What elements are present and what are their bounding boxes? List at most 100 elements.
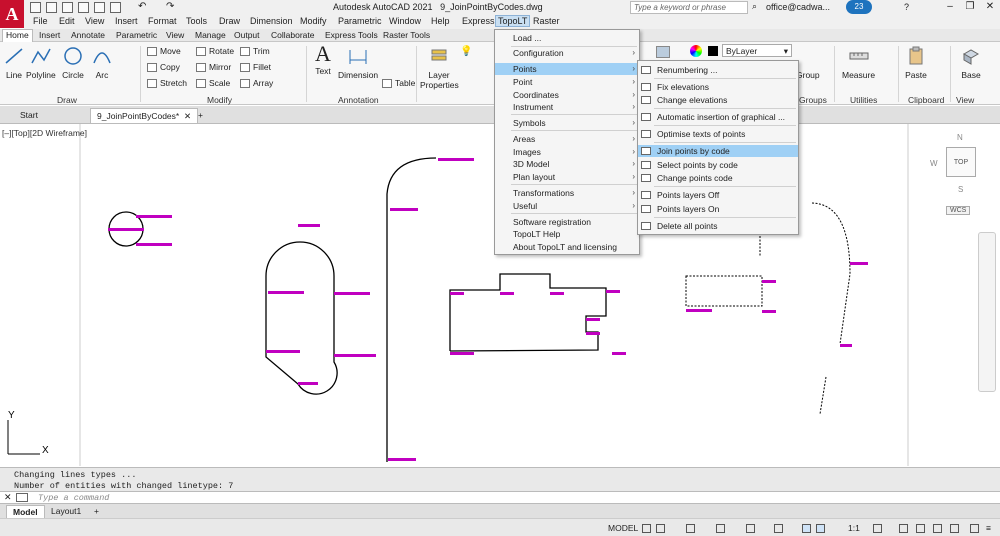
- menu-item-points-layers-on[interactable]: Points layers On: [638, 203, 798, 215]
- gear-icon[interactable]: [873, 524, 882, 533]
- tab-collaborate[interactable]: Collaborate: [268, 30, 317, 40]
- menu-insert[interactable]: Insert: [113, 16, 140, 26]
- minimize-icon[interactable]: –: [940, 1, 960, 13]
- add-layout-button[interactable]: +: [88, 505, 105, 517]
- menu-item-renumbering[interactable]: Renumbering ...: [638, 64, 798, 76]
- close-tab-icon[interactable]: ✕: [184, 111, 191, 121]
- drawing-dashed-line[interactable]: [819, 376, 827, 415]
- auto-scale-icon[interactable]: [816, 524, 825, 533]
- tab-layout1[interactable]: Layout1: [45, 505, 87, 517]
- tab-home[interactable]: Home: [2, 29, 33, 43]
- open-file-icon[interactable]: [46, 2, 57, 13]
- plot-icon[interactable]: [94, 2, 105, 13]
- text-button[interactable]: A Text: [312, 43, 334, 77]
- plus-icon[interactable]: [899, 524, 908, 533]
- rotate-button[interactable]: Rotate: [196, 46, 234, 57]
- menu-edit[interactable]: Edit: [57, 16, 77, 26]
- color-wheel-icon[interactable]: [690, 45, 702, 57]
- drawing-stadium-shape[interactable]: [265, 241, 338, 395]
- help-icon[interactable]: ?: [904, 2, 909, 12]
- draw-group-title[interactable]: Draw: [57, 95, 77, 105]
- snap-icon[interactable]: [656, 524, 665, 533]
- customize-menu-icon[interactable]: ≡: [986, 523, 991, 533]
- tab-start[interactable]: Start: [14, 108, 44, 123]
- tab-raster-tools[interactable]: Raster Tools: [380, 30, 433, 40]
- autocad-logo-icon[interactable]: A: [0, 0, 24, 28]
- menu-item-change-elevations[interactable]: Change elevations: [638, 94, 798, 106]
- tab-parametric[interactable]: Parametric: [113, 30, 160, 40]
- menu-item-load[interactable]: Load ...: [495, 32, 639, 44]
- menu-format[interactable]: Format: [146, 16, 179, 26]
- tab-view[interactable]: View: [163, 30, 187, 40]
- ortho-icon[interactable]: [686, 524, 695, 533]
- menu-item-useful[interactable]: Useful ›: [495, 200, 639, 212]
- layer-properties-button[interactable]: Layer Properties: [420, 46, 459, 90]
- tab-insert[interactable]: Insert: [36, 30, 63, 40]
- scale-button[interactable]: Scale: [196, 78, 230, 89]
- menu-parametric[interactable]: Parametric: [336, 16, 384, 26]
- command-prompt-icon[interactable]: [16, 493, 28, 502]
- modify-group-title[interactable]: Modify: [207, 95, 232, 105]
- menu-item-fix-elevations[interactable]: Fix elevations: [638, 81, 798, 93]
- menu-help[interactable]: Help: [429, 16, 452, 26]
- bylayer-dropdown[interactable]: ByLayer ▾: [722, 44, 792, 57]
- menu-item-points[interactable]: Points ›: [495, 63, 639, 75]
- circle-button[interactable]: Circle: [62, 46, 84, 80]
- save-icon[interactable]: [62, 2, 73, 13]
- match-properties-icon[interactable]: [656, 46, 670, 58]
- menu-item-delete-all-points[interactable]: Delete all points: [638, 220, 798, 232]
- clean-screen-icon[interactable]: [950, 524, 959, 533]
- new-tab-button[interactable]: +: [192, 108, 209, 123]
- search-input[interactable]: Type a keyword or phrase: [630, 1, 748, 14]
- menu-item-topolt-help[interactable]: TopoLT Help: [495, 228, 639, 240]
- polar-icon[interactable]: [716, 524, 725, 533]
- menu-file[interactable]: File: [31, 16, 50, 26]
- menu-item-3d-model[interactable]: 3D Model ›: [495, 158, 639, 170]
- menu-item-instrument[interactable]: Instrument ›: [495, 101, 639, 113]
- menu-express[interactable]: Express: [460, 16, 497, 26]
- dimension-button[interactable]: Dimension: [338, 46, 378, 80]
- menu-item-transformations[interactable]: Transformations ›: [495, 187, 639, 199]
- menu-item-areas[interactable]: Areas ›: [495, 133, 639, 145]
- viewport-controls[interactable]: [–][Top][2D Wireframe]: [2, 128, 87, 138]
- drawing-polygon[interactable]: [449, 273, 607, 352]
- menu-item-images[interactable]: Images ›: [495, 146, 639, 158]
- arc-button[interactable]: Arc: [91, 46, 113, 80]
- menu-item-coordinates[interactable]: Coordinates ›: [495, 89, 639, 101]
- drawing-curve-line[interactable]: [386, 157, 437, 462]
- trial-timer-badge[interactable]: 23: [846, 0, 872, 14]
- isolate-icon[interactable]: [916, 524, 925, 533]
- base-button[interactable]: Base: [960, 46, 982, 80]
- menu-item-plan-layout[interactable]: Plan layout ›: [495, 171, 639, 183]
- copy-button[interactable]: Copy: [147, 62, 180, 73]
- tab-express-tools[interactable]: Express Tools: [322, 30, 381, 40]
- drawing-dashed-curve[interactable]: [811, 202, 851, 345]
- tab-annotate[interactable]: Annotate: [68, 30, 108, 40]
- menu-item-automatic-insertion[interactable]: Automatic insertion of graphical ...: [638, 111, 798, 123]
- table-button[interactable]: Table: [382, 78, 415, 89]
- viewcube-south[interactable]: S: [958, 185, 963, 194]
- fullscreen-icon[interactable]: [970, 524, 979, 533]
- annotation-scale[interactable]: 1:1: [848, 523, 860, 533]
- save-as-icon[interactable]: [78, 2, 89, 13]
- command-close-icon[interactable]: ✕: [4, 492, 12, 503]
- menu-item-software-registration[interactable]: Software registration: [495, 216, 639, 228]
- menu-topolt[interactable]: TopoLT: [494, 15, 531, 27]
- menu-raster[interactable]: Raster: [531, 16, 562, 26]
- bulb-icon[interactable]: 💡: [460, 46, 472, 57]
- menu-item-points-layers-off[interactable]: Points layers Off: [638, 189, 798, 201]
- viewcube-north[interactable]: N: [957, 133, 963, 142]
- annotation-visibility-icon[interactable]: [802, 524, 811, 533]
- tab-output[interactable]: Output: [231, 30, 263, 40]
- trim-button[interactable]: Trim: [240, 46, 270, 57]
- menu-dimension[interactable]: Dimension: [248, 16, 295, 26]
- search-icon[interactable]: ⌕: [752, 1, 757, 12]
- clipboard-group-title[interactable]: Clipboard: [908, 95, 944, 105]
- menu-item-symbols[interactable]: Symbols ›: [495, 117, 639, 129]
- fillet-button[interactable]: Fillet: [240, 62, 271, 73]
- viewcube-west[interactable]: W: [930, 159, 938, 168]
- new-file-icon[interactable]: [30, 2, 41, 13]
- measure-button[interactable]: Measure: [842, 46, 875, 80]
- tab-drawing[interactable]: 9_JoinPointByCodes* ✕: [90, 108, 199, 123]
- array-button[interactable]: Array: [240, 78, 273, 89]
